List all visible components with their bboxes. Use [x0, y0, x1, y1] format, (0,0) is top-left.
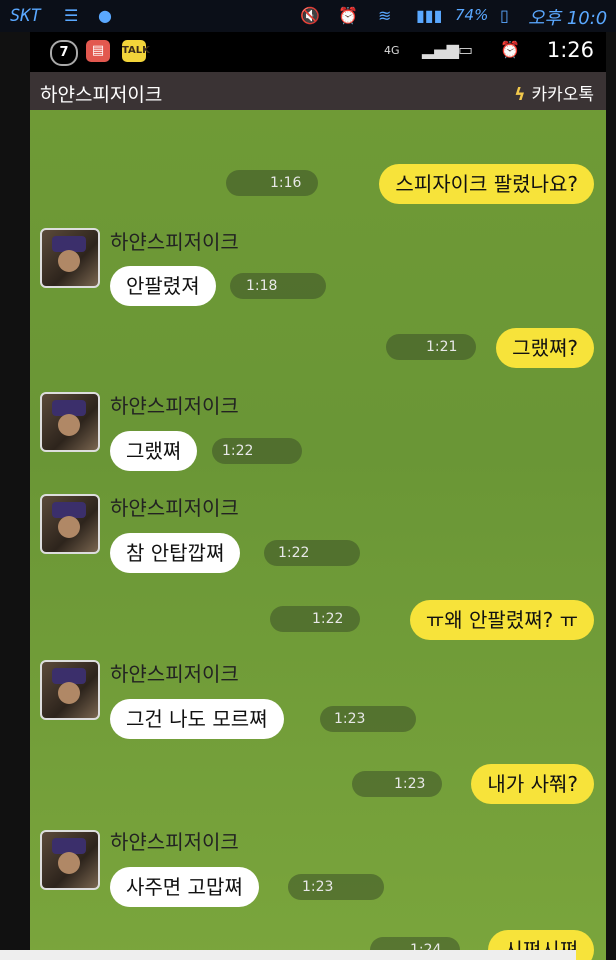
- message-time: 1:22: [264, 540, 360, 566]
- signal-icon: ▮▮▮: [416, 6, 443, 25]
- avatar[interactable]: [40, 228, 100, 288]
- avatar[interactable]: [40, 494, 100, 554]
- message-bubble-sent[interactable]: 스피자이크 팔렸나요?: [379, 164, 594, 204]
- wifi-icon: ≋: [378, 6, 392, 25]
- message-time: 1:22: [270, 606, 360, 632]
- message-bubble-received[interactable]: 그건 나도 모르쪄: [110, 699, 284, 739]
- message-bubble-sent[interactable]: 그랬쪄?: [496, 328, 594, 368]
- device-status-bar: SKT ☰ ● 🔇 ⏰ ≋ ▮▮▮ 74% ▯ 오후 10:0: [0, 0, 616, 32]
- kakaotalk-notification-icon: TALK: [122, 40, 150, 62]
- app-brand: ϟ 카카오톡: [514, 80, 594, 105]
- phone-clock: 1:26: [546, 38, 594, 62]
- avatar[interactable]: [40, 660, 100, 720]
- device-clock: 오후 10:0: [528, 8, 608, 29]
- message-bubble-received[interactable]: 참 안탑깝쪄: [110, 533, 241, 573]
- message-bubble-sent[interactable]: ㅠ왜 안팔렸쪄? ㅠ: [409, 600, 594, 640]
- message-time: 1:21: [386, 334, 476, 360]
- alarm-icon: ⏰: [338, 6, 358, 25]
- battery-icon: ▯: [500, 6, 509, 25]
- message-bubble-received[interactable]: 사주면 고맙쪄: [110, 867, 259, 907]
- message-bubble-sent[interactable]: 내가 사쭤?: [471, 764, 594, 804]
- app-icon-red: ▤: [86, 40, 110, 62]
- message-time: 1:23: [288, 874, 384, 900]
- alarm-clock-icon: ⏰: [500, 40, 520, 59]
- phone-screen: 7 ▤ TALK 4G ▂▄▆ ▭ ⏰ 1:26 하얀스피저이크 ϟ 카카오톡 1…: [30, 32, 606, 960]
- message-time: 1:22: [212, 438, 302, 464]
- phone-status-bar: 7 ▤ TALK 4G ▂▄▆ ▭ ⏰ 1:26: [30, 32, 606, 72]
- message-bubble-received[interactable]: 안팔렸져: [110, 266, 216, 306]
- sender-name: 하얀스피저이크: [110, 830, 239, 854]
- avatar[interactable]: [40, 392, 100, 452]
- message-bubble-received[interactable]: 그랬쪄: [110, 431, 198, 471]
- network-type: 4G: [384, 44, 400, 57]
- battery-percent: 74%: [455, 6, 489, 24]
- sender-name: 하얀스피저이크: [110, 230, 239, 254]
- chat-message-list[interactable]: 1:16 스피자이크 팔렸나요? 하얀스피저이크 1:18 안팔렸져 1:21 …: [30, 110, 606, 960]
- android-icon: ●: [98, 6, 112, 25]
- battery-charging-icon: ▭: [458, 40, 474, 59]
- notification-count-badge: 7: [50, 40, 78, 66]
- avatar[interactable]: [40, 830, 100, 890]
- sender-name: 하얀스피저이크: [110, 496, 239, 520]
- message-time: 1:23: [320, 706, 416, 732]
- chat-title: 하얀스피저이크: [40, 84, 163, 106]
- message-time: 1:16: [226, 170, 318, 196]
- sender-name: 하얀스피저이크: [110, 662, 239, 686]
- mute-icon: 🔇: [300, 6, 320, 25]
- message-time: 1:18: [230, 273, 326, 299]
- sender-name: 하얀스피저이크: [110, 394, 239, 418]
- chat-header: 하얀스피저이크 ϟ 카카오톡: [30, 72, 606, 110]
- message-time: 1:23: [352, 771, 442, 797]
- signal-bars-icon: ▂▄▆: [422, 40, 459, 59]
- app-name: 카카오톡: [531, 85, 594, 105]
- carrier-label: SKT: [10, 6, 41, 26]
- input-bar-edge: [0, 950, 576, 960]
- grid-icon: ☰: [64, 6, 79, 25]
- kakaotalk-logo-icon: ϟ: [514, 85, 526, 105]
